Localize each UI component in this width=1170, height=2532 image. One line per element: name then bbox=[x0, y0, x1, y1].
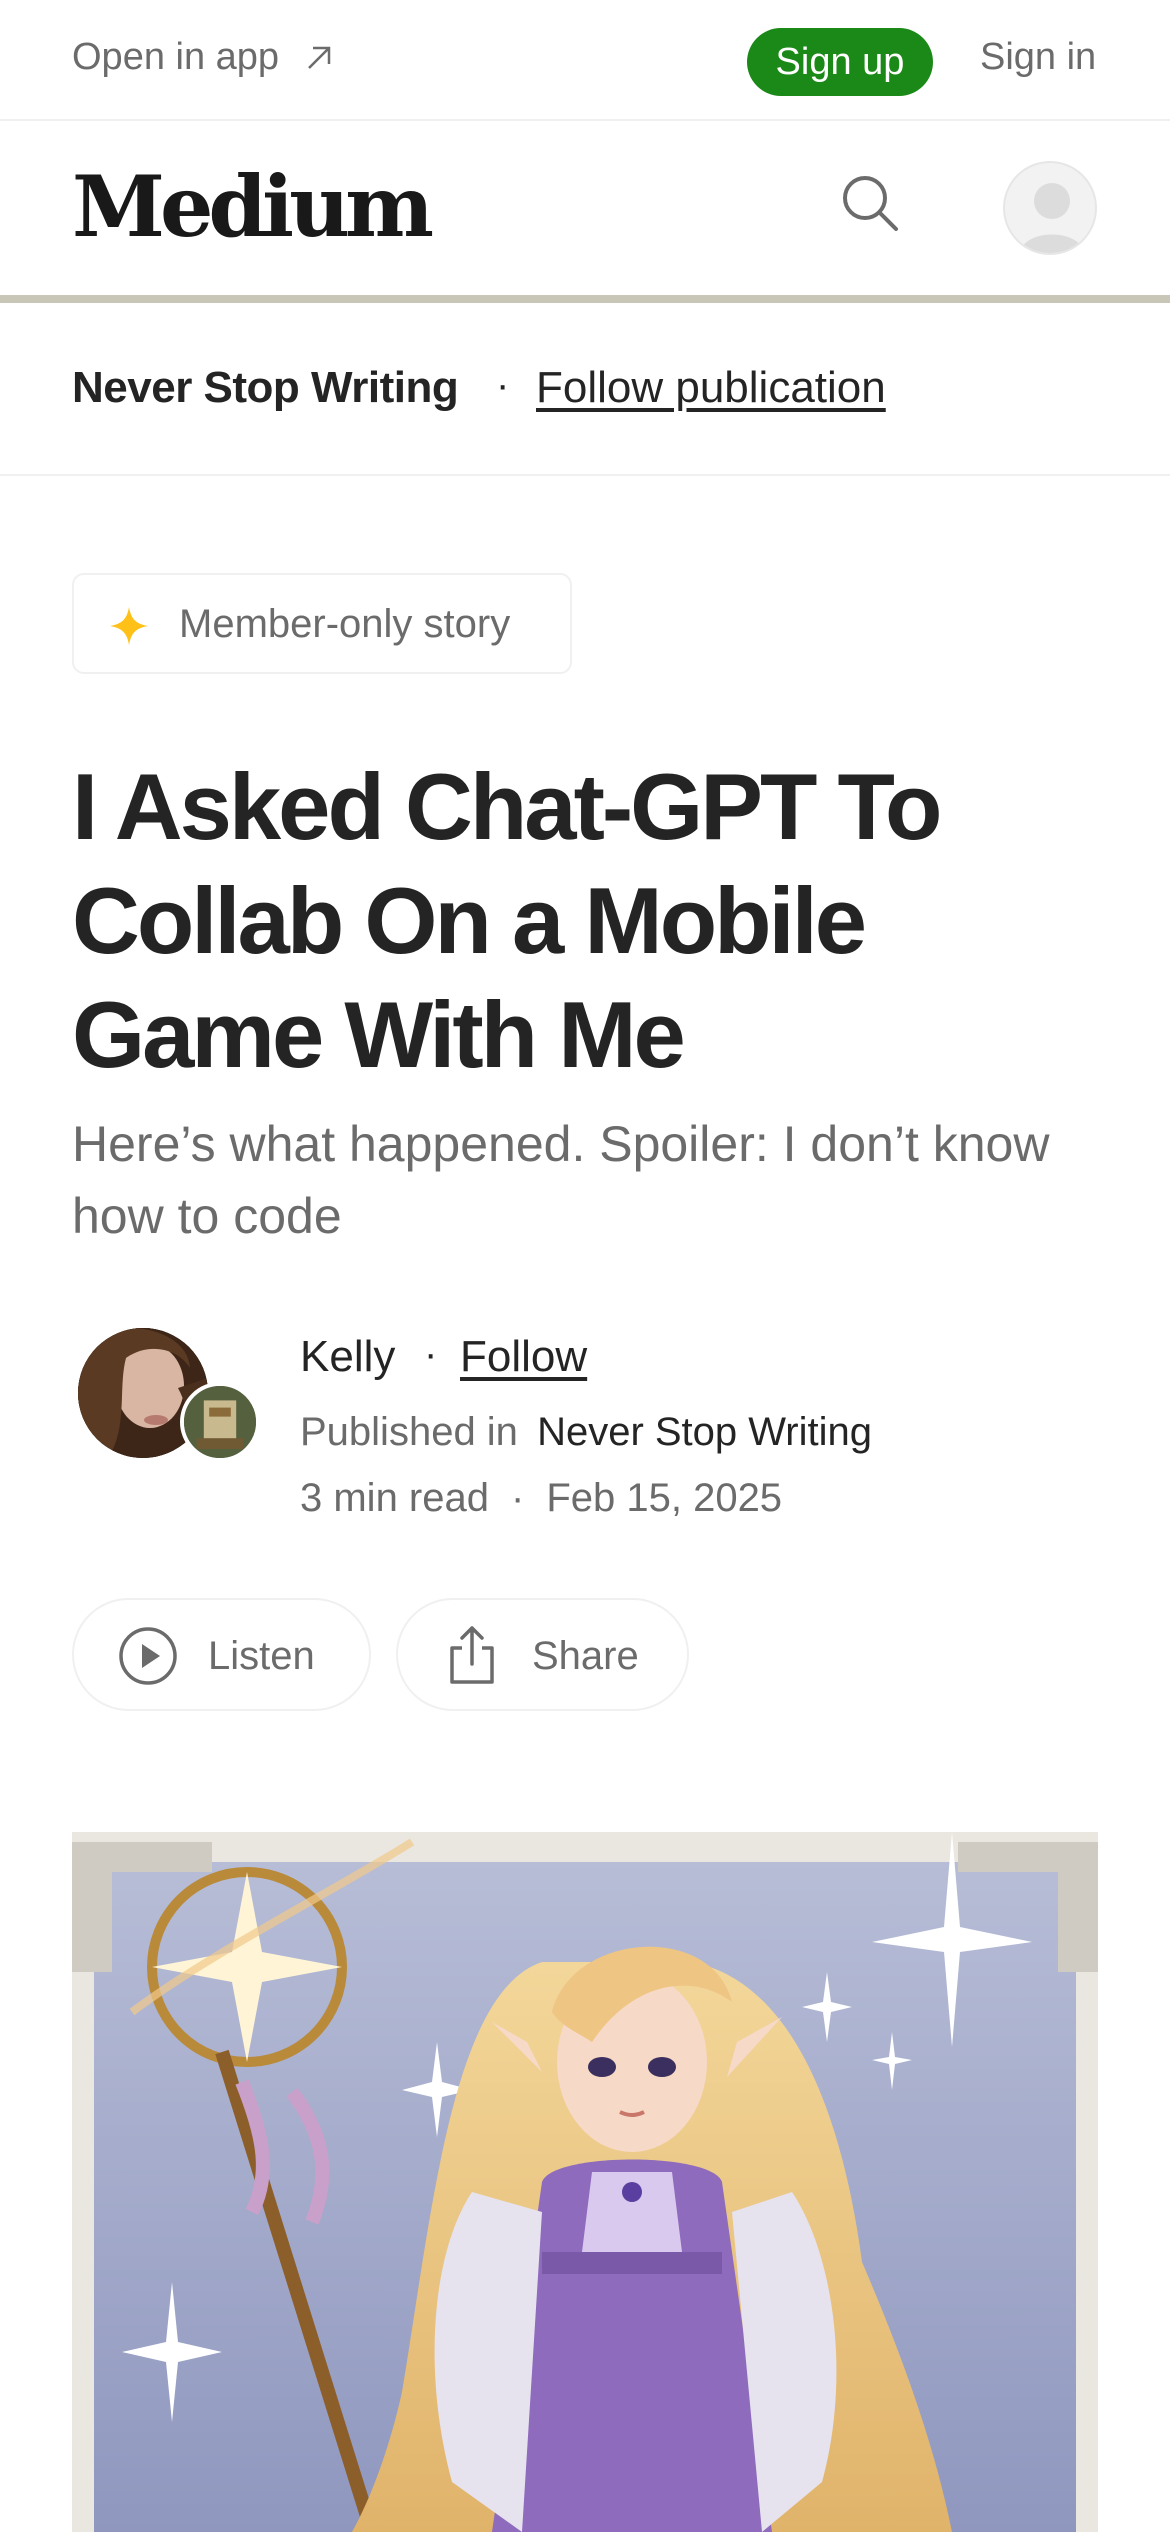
play-circle-icon bbox=[119, 1627, 177, 1685]
sparkle-star-icon bbox=[110, 607, 148, 645]
article-title: I Asked Chat-GPT To Collab On a Mobile G… bbox=[72, 754, 942, 1087]
reading-progress-bar bbox=[0, 295, 1170, 303]
publication-name[interactable]: Never Stop Writing bbox=[72, 363, 459, 413]
read-time: 3 min read bbox=[300, 1476, 489, 1520]
sign-up-button[interactable]: Sign up bbox=[747, 28, 933, 96]
follow-author-link[interactable]: Follow bbox=[460, 1332, 587, 1382]
separator-dot: · bbox=[496, 363, 510, 407]
publish-date: Feb 15, 2025 bbox=[546, 1476, 783, 1520]
listen-button[interactable]: Listen bbox=[72, 1598, 371, 1711]
separator-dot: · bbox=[510, 1476, 525, 1520]
arrow-up-right-icon bbox=[308, 46, 331, 69]
share-icon bbox=[450, 1626, 494, 1684]
listen-label: Listen bbox=[208, 1634, 315, 1678]
sign-in-link[interactable]: Sign in bbox=[980, 36, 1096, 79]
member-only-label: Member-only story bbox=[179, 602, 511, 646]
article-hero-image bbox=[72, 1832, 1098, 2532]
publication-avatar[interactable] bbox=[180, 1382, 260, 1462]
published-in: Published in Never Stop Writing bbox=[300, 1410, 872, 1455]
app-banner: Open in app Sign up Sign in bbox=[0, 0, 1170, 121]
separator-dot: · bbox=[424, 1332, 438, 1376]
search-icon[interactable] bbox=[838, 171, 902, 235]
site-header: Medium bbox=[0, 121, 1170, 295]
article-meta: 3 min read · Feb 15, 2025 bbox=[300, 1476, 782, 1521]
share-button[interactable]: Share bbox=[396, 1598, 689, 1711]
published-in-publication-link[interactable]: Never Stop Writing bbox=[537, 1410, 872, 1454]
open-in-app-label: Open in app bbox=[72, 36, 280, 78]
medium-logo[interactable]: Medium bbox=[72, 157, 434, 256]
user-avatar-icon[interactable] bbox=[1003, 161, 1097, 255]
open-in-app-link[interactable]: Open in app bbox=[72, 36, 335, 79]
author-name[interactable]: Kelly bbox=[300, 1332, 395, 1382]
share-label: Share bbox=[532, 1634, 639, 1678]
publication-bar: Never Stop Writing · Follow publication bbox=[0, 303, 1170, 476]
member-only-badge: Member-only story bbox=[72, 573, 572, 674]
follow-publication-link[interactable]: Follow publication bbox=[536, 363, 886, 413]
published-in-label: Published in bbox=[300, 1410, 518, 1454]
article-subtitle: Here’s what happened. Spoiler: I don’t k… bbox=[72, 1116, 1050, 1244]
